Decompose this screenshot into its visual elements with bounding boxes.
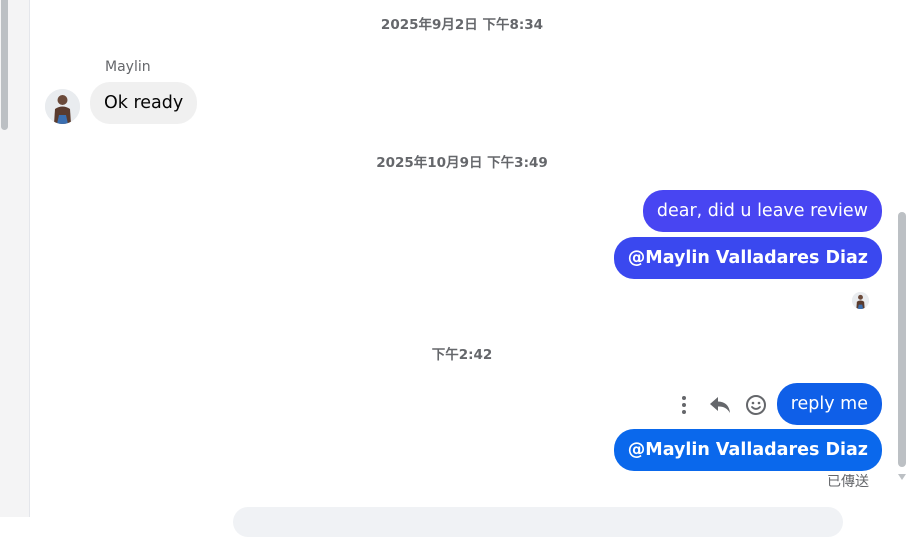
scrollbar[interactable] bbox=[895, 0, 909, 517]
incoming-message-bubble[interactable]: Ok ready bbox=[90, 82, 198, 124]
outgoing-message-bubble[interactable]: dear, did u leave review bbox=[642, 190, 882, 232]
sender-name: Maylin bbox=[105, 59, 151, 75]
scroll-down-arrow-icon[interactable] bbox=[898, 474, 906, 480]
outgoing-mention-bubble[interactable]: @Maylin Valladares Diaz bbox=[613, 237, 882, 279]
user-avatar[interactable] bbox=[45, 89, 80, 124]
timestamp: 2025年10月9日 下午3:49 bbox=[376, 155, 548, 171]
left-panel-edge bbox=[0, 0, 30, 517]
reply-icon[interactable] bbox=[708, 393, 732, 417]
read-receipt-avatar bbox=[852, 292, 869, 309]
react-icon[interactable] bbox=[744, 393, 768, 417]
message-actions bbox=[672, 387, 768, 423]
message-status: 已傳送 bbox=[827, 474, 869, 490]
outgoing-message-bubble[interactable]: reply me bbox=[776, 383, 882, 425]
message-composer[interactable] bbox=[233, 507, 843, 537]
timestamp: 下午2:42 bbox=[431, 347, 493, 363]
more-options-icon[interactable] bbox=[672, 393, 696, 417]
left-scrollbar-thumb[interactable] bbox=[1, 0, 8, 130]
scrollbar-thumb[interactable] bbox=[898, 212, 906, 467]
timestamp: 2025年9月2日 下午8:34 bbox=[380, 17, 544, 33]
outgoing-mention-bubble[interactable]: @Maylin Valladares Diaz bbox=[613, 429, 882, 471]
